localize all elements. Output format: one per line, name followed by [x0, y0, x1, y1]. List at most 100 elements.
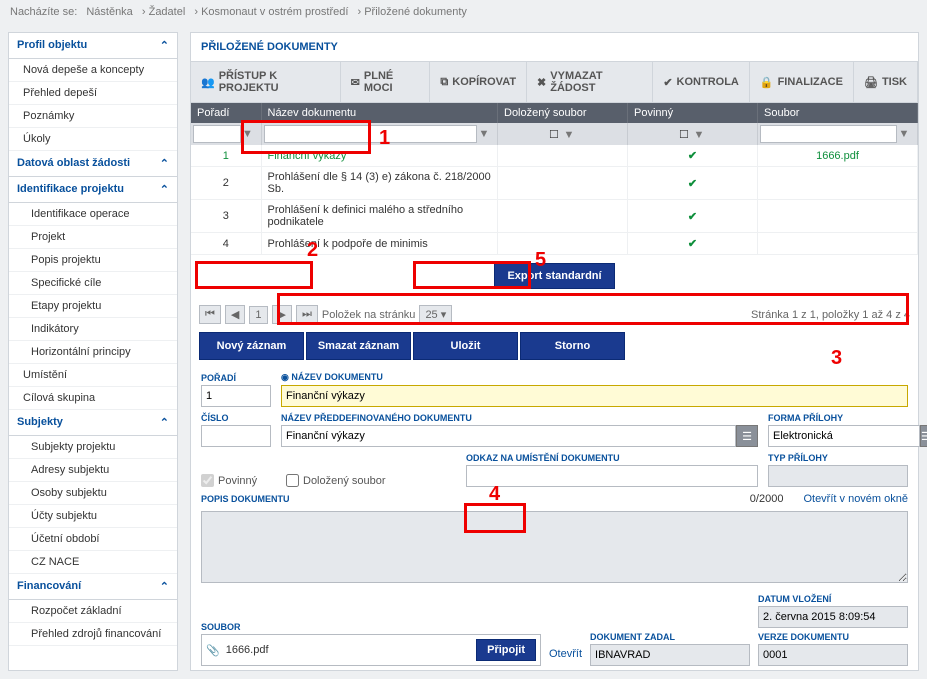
new-button[interactable]: Nový záznam [199, 332, 304, 360]
col-nazev[interactable]: Název dokumentu [261, 103, 498, 123]
open-new-window[interactable]: Otevřít v novém okně [803, 493, 908, 505]
pager-info: Stránka 1 z 1, položky 1 až 4 z 4 [751, 309, 910, 321]
users-icon: 👥 [201, 76, 215, 89]
main-panel: PŘILOŽENÉ DOKUMENTY 👥PŘÍSTUP K PROJEKTU … [190, 32, 919, 671]
col-povinny[interactable]: Povinný [628, 103, 758, 123]
sidebar-item[interactable]: Adresy subjektu [9, 459, 177, 482]
filter-check[interactable]: ☐ [679, 129, 689, 141]
table-row[interactable]: 3Prohlášení k definici malého a středníh… [191, 200, 918, 233]
delete-button[interactable]: Smazat záznam [306, 332, 411, 360]
sidebar-item[interactable]: Specifické cíle [9, 272, 177, 295]
sidebar-group-identifikace[interactable]: Identifikace projektu⌃ [9, 177, 177, 203]
toolbar: 👥PŘÍSTUP K PROJEKTU ✉PLNÉ MOCI ⧉KOPÍROVA… [191, 62, 918, 103]
sidebar-item[interactable]: Horizontální principy [9, 341, 177, 364]
input-preddef[interactable] [281, 425, 736, 447]
filter-poradi[interactable] [193, 125, 241, 143]
sidebar-item[interactable]: Účty subjektu [9, 505, 177, 528]
crumb[interactable]: Nástěnka [86, 6, 132, 18]
textarea-popis[interactable] [201, 511, 908, 583]
sidebar-item[interactable]: Úkoly [9, 128, 177, 151]
chevron-up-icon: ⌃ [160, 416, 169, 429]
delete-icon: ✖ [537, 76, 546, 89]
copy-icon: ⧉ [440, 76, 448, 89]
filter-icon[interactable]: ▼ [241, 128, 255, 140]
panel-title: PŘILOŽENÉ DOKUMENTY [191, 33, 918, 62]
sidebar-item[interactable]: Umístění [9, 364, 177, 387]
filter-icon[interactable]: ▼ [562, 129, 576, 141]
label-dolozeny: Doložený soubor [303, 475, 386, 487]
label-typ: TYP PŘÍLOHY [768, 453, 908, 463]
file-name: 1666.pdf [226, 644, 269, 656]
input-poradi[interactable] [201, 385, 271, 407]
list-icon[interactable]: ☰ [920, 425, 927, 447]
input-odkaz[interactable] [466, 465, 758, 487]
pager-prev[interactable]: ◀ [225, 305, 245, 324]
sidebar-item[interactable]: Etapy projektu [9, 295, 177, 318]
input-nazev[interactable] [281, 385, 908, 407]
sidebar-item[interactable]: Osoby subjektu [9, 482, 177, 505]
input-datum [758, 606, 908, 628]
documents-grid: Pořadí Název dokumentu Doložený soubor P… [191, 103, 918, 255]
tb-vymazat[interactable]: ✖VYMAZAT ŽÁDOST [527, 62, 653, 102]
input-typ [768, 465, 908, 487]
checkbox-dolozeny[interactable] [286, 474, 299, 487]
sidebar-item[interactable]: Cílová skupina [9, 387, 177, 410]
label-soubor: SOUBOR [201, 622, 541, 632]
filter-soubor[interactable] [760, 125, 897, 143]
tb-kopirovat[interactable]: ⧉KOPÍROVAT [430, 62, 527, 102]
sidebar-group-datova[interactable]: Datová oblast žádosti⌃ [9, 151, 177, 177]
table-row[interactable]: 2Prohlášení dle § 14 (3) e) zákona č. 21… [191, 167, 918, 200]
tb-kontrola[interactable]: ✔KONTROLA [653, 62, 750, 102]
attach-button[interactable]: Připojit [476, 639, 536, 661]
tb-pristup[interactable]: 👥PŘÍSTUP K PROJEKTU [191, 62, 341, 102]
cancel-button[interactable]: Storno [520, 332, 625, 360]
table-row[interactable]: 1Finanční výkazy✔1666.pdf [191, 145, 918, 167]
filter-nazev[interactable] [264, 125, 478, 143]
sidebar-group-subjekty[interactable]: Subjekty⌃ [9, 410, 177, 436]
pager-size[interactable]: 25 ▾ [419, 305, 452, 324]
save-button[interactable]: Uložit [413, 332, 518, 360]
export-button[interactable]: Export standardní [494, 263, 614, 289]
filter-icon[interactable]: ▼ [477, 128, 491, 140]
input-cislo[interactable] [201, 425, 271, 447]
chevron-up-icon: ⌃ [160, 183, 169, 196]
col-dolozeny[interactable]: Doložený soubor [498, 103, 628, 123]
sidebar-item[interactable]: Indikátory [9, 318, 177, 341]
sidebar-item[interactable]: Nová depeše a koncepty [9, 59, 177, 82]
chevron-up-icon: ⌃ [160, 580, 169, 593]
tb-plne-moci[interactable]: ✉PLNÉ MOCI [341, 62, 431, 102]
table-row[interactable]: 4Prohlášení k podpoře de minimis✔ [191, 233, 918, 255]
sidebar-item[interactable]: Popis projektu [9, 249, 177, 272]
crumb[interactable]: Kosmonaut v ostrém prostředí [201, 6, 348, 18]
sidebar-item[interactable]: Přehled zdrojů financování [9, 623, 177, 646]
col-poradi[interactable]: Pořadí [191, 103, 261, 123]
input-verze [758, 644, 908, 666]
sidebar-item[interactable]: Rozpočet základní [9, 600, 177, 623]
open-file[interactable]: Otevřít [549, 648, 582, 666]
sidebar-item[interactable]: Identifikace operace [9, 203, 177, 226]
pager-last[interactable]: ⏭ [296, 305, 318, 324]
sidebar-item[interactable]: Subjekty projektu [9, 436, 177, 459]
filter-icon[interactable]: ▼ [692, 129, 706, 141]
sidebar-item[interactable]: Přehled depeší [9, 82, 177, 105]
list-icon[interactable]: ☰ [736, 425, 758, 447]
crumb[interactable]: Žadatel [149, 6, 186, 18]
col-soubor[interactable]: Soubor [758, 103, 918, 123]
pager-next[interactable]: ▶ [272, 305, 292, 324]
input-forma[interactable] [768, 425, 920, 447]
pager-first[interactable]: ⏮ [199, 305, 221, 324]
filter-check[interactable]: ☐ [549, 129, 559, 141]
filter-icon[interactable]: ▼ [897, 128, 911, 140]
sidebar-group-financovani[interactable]: Financování⌃ [9, 574, 177, 600]
sidebar-item[interactable]: Účetní období [9, 528, 177, 551]
crumb[interactable]: Přiložené dokumenty [364, 6, 467, 18]
sidebar-item[interactable]: Projekt [9, 226, 177, 249]
pager-page[interactable]: 1 [249, 306, 267, 324]
sidebar-item[interactable]: CZ NACE [9, 551, 177, 574]
sidebar-group-profil[interactable]: Profil objektu⌃ [9, 33, 177, 59]
tb-finalizace[interactable]: 🔒FINALIZACE [750, 62, 854, 102]
tb-tisk[interactable]: 🖨TISK [854, 62, 918, 102]
label-zadal: DOKUMENT ZADAL [590, 632, 750, 642]
sidebar-item[interactable]: Poznámky [9, 105, 177, 128]
chevron-up-icon: ⌃ [160, 39, 169, 52]
